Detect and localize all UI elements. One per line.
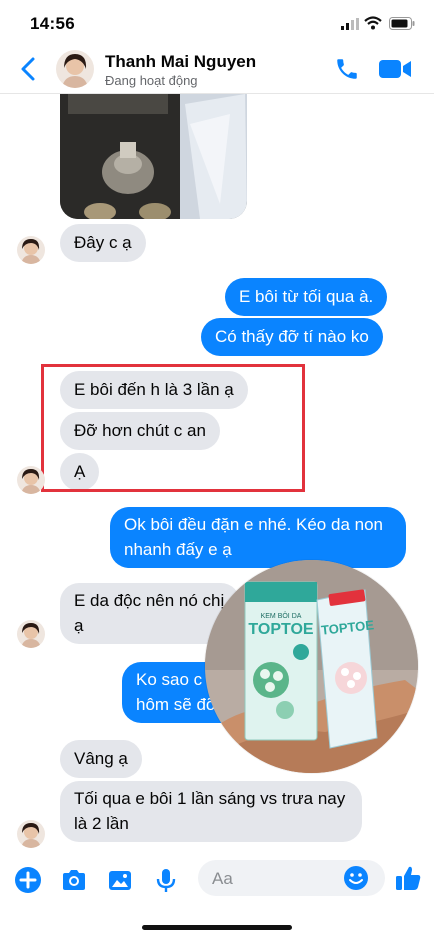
avatar[interactable]	[17, 466, 45, 494]
message-bubble[interactable]: Ok bôi đều đặn e nhé. Kéo da non nhanh đ…	[110, 507, 406, 568]
chat-header: Thanh Mai Nguyen Đang hoạt động	[0, 46, 434, 94]
status-bar: 14:56	[0, 0, 434, 46]
signal-icon	[341, 18, 359, 30]
product-caption: KEM BÔI DA	[261, 611, 302, 620]
message-bubble[interactable]: Đây c ạ	[60, 224, 146, 262]
battery-icon	[389, 17, 415, 30]
video-icon[interactable]	[378, 58, 412, 80]
shared-photo[interactable]	[60, 94, 247, 219]
microphone-icon[interactable]	[152, 866, 180, 894]
plus-icon[interactable]	[14, 866, 42, 894]
avatar[interactable]	[17, 820, 45, 848]
image-icon[interactable]	[106, 866, 134, 894]
wifi-icon	[364, 16, 382, 30]
product-image: KEM BÔI DA TOPTOE TOPTOE	[205, 560, 418, 773]
message-bubble[interactable]: Vâng ạ	[60, 740, 142, 778]
message-bubble[interactable]: Có thấy đỡ tí nào ko	[201, 318, 383, 356]
emoji-icon[interactable]	[342, 864, 370, 892]
message-bubble[interactable]: E bôi từ tối qua à.	[225, 278, 388, 316]
product-brand: TOPTOE	[248, 621, 314, 638]
message-input[interactable]: Aa	[198, 860, 385, 896]
phone-icon[interactable]	[334, 56, 360, 82]
camera-icon[interactable]	[60, 866, 88, 894]
active-status: Đang hoạt động	[105, 73, 198, 88]
like-icon[interactable]	[393, 863, 423, 893]
message-bubble[interactable]: Tối qua e bôi 1 lần sáng vs trưa nay là …	[60, 781, 362, 842]
message-input-placeholder: Aa	[212, 869, 233, 888]
home-indicator[interactable]	[142, 925, 292, 930]
avatar[interactable]	[17, 236, 45, 264]
composer-bar: Aa	[0, 850, 434, 908]
highlight-box	[41, 364, 305, 492]
clock: 14:56	[30, 14, 75, 33]
back-icon[interactable]	[18, 56, 40, 82]
avatar[interactable]	[17, 620, 45, 648]
contact-name[interactable]: Thanh Mai Nguyen	[105, 52, 256, 72]
avatar[interactable]	[56, 50, 94, 88]
